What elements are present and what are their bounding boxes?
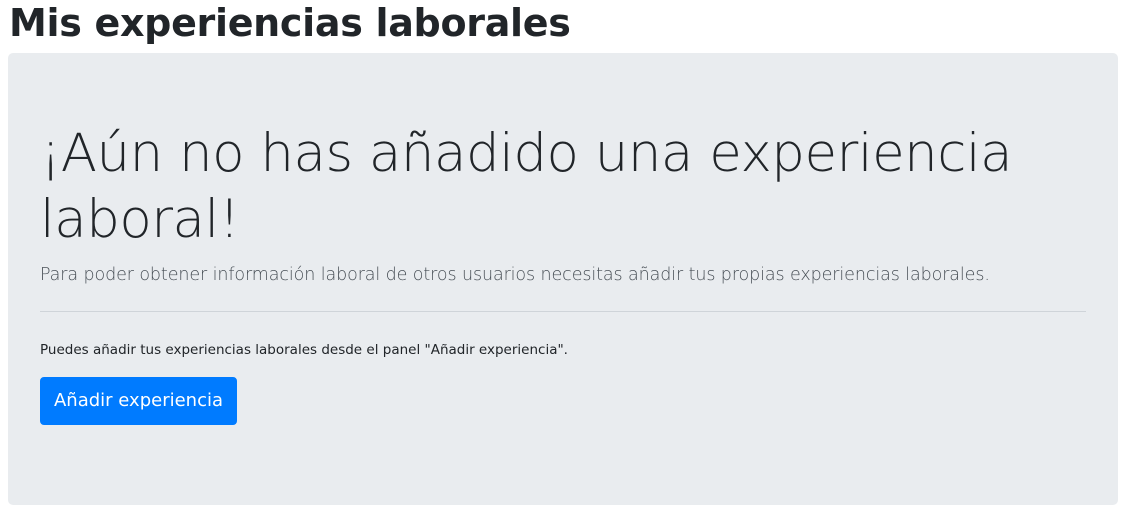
divider: [40, 311, 1086, 312]
empty-state-panel: ¡Aún no has añadido una experiencia labo…: [8, 53, 1118, 505]
page: Mis experiencias laborales ¡Aún no has a…: [0, 0, 1122, 511]
page-title: Mis experiencias laborales: [9, 1, 571, 45]
empty-state-heading: ¡Aún no has añadido una experiencia labo…: [40, 123, 1013, 250]
add-experience-button[interactable]: Añadir experiencia: [40, 377, 237, 425]
empty-state-hint: Puedes añadir tus experiencias laborales…: [40, 342, 568, 358]
empty-state-lead: Para poder obtener información laboral d…: [40, 265, 990, 285]
